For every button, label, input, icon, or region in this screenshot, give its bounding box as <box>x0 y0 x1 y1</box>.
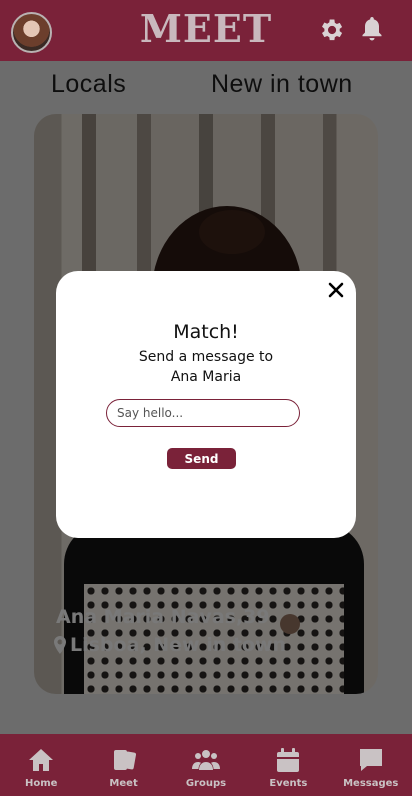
chat-icon <box>359 749 382 771</box>
bell-icon[interactable] <box>360 15 384 43</box>
nav-item-groups[interactable]: Groups <box>166 734 246 796</box>
app-header: MEET <box>0 0 412 61</box>
message-input[interactable] <box>106 399 300 427</box>
nav-item-meet[interactable]: Meet <box>84 734 164 796</box>
nav-label-messages: Messages <box>343 778 399 789</box>
cards-icon <box>113 750 136 770</box>
nav-label-events: Events <box>269 778 308 789</box>
match-subtitle-line2: Ana Maria <box>170 369 242 385</box>
nav-label-meet: Meet <box>109 778 138 789</box>
match-modal: Match! Send a message to Ana Maria Send <box>56 271 356 538</box>
send-button[interactable]: Send <box>167 448 236 469</box>
nav-label-groups: Groups <box>185 778 227 789</box>
app-logo: MEET <box>139 6 273 51</box>
close-icon[interactable] <box>328 282 344 298</box>
calendar-icon <box>277 748 300 772</box>
nav-item-messages[interactable]: Messages <box>331 734 411 796</box>
gear-icon[interactable] <box>317 16 345 44</box>
bottom-nav: Home Meet Groups Events Messages <box>0 734 412 796</box>
match-subtitle-line1: Send a message to <box>138 349 274 365</box>
home-icon <box>29 749 54 771</box>
nav-label-home: Home <box>24 778 58 789</box>
match-subtitle: Send a message to Ana Maria <box>56 347 356 387</box>
nav-item-events[interactable]: Events <box>248 734 328 796</box>
match-title: Match! <box>173 321 239 343</box>
groups-icon <box>191 750 220 770</box>
nav-item-home[interactable]: Home <box>1 734 81 796</box>
